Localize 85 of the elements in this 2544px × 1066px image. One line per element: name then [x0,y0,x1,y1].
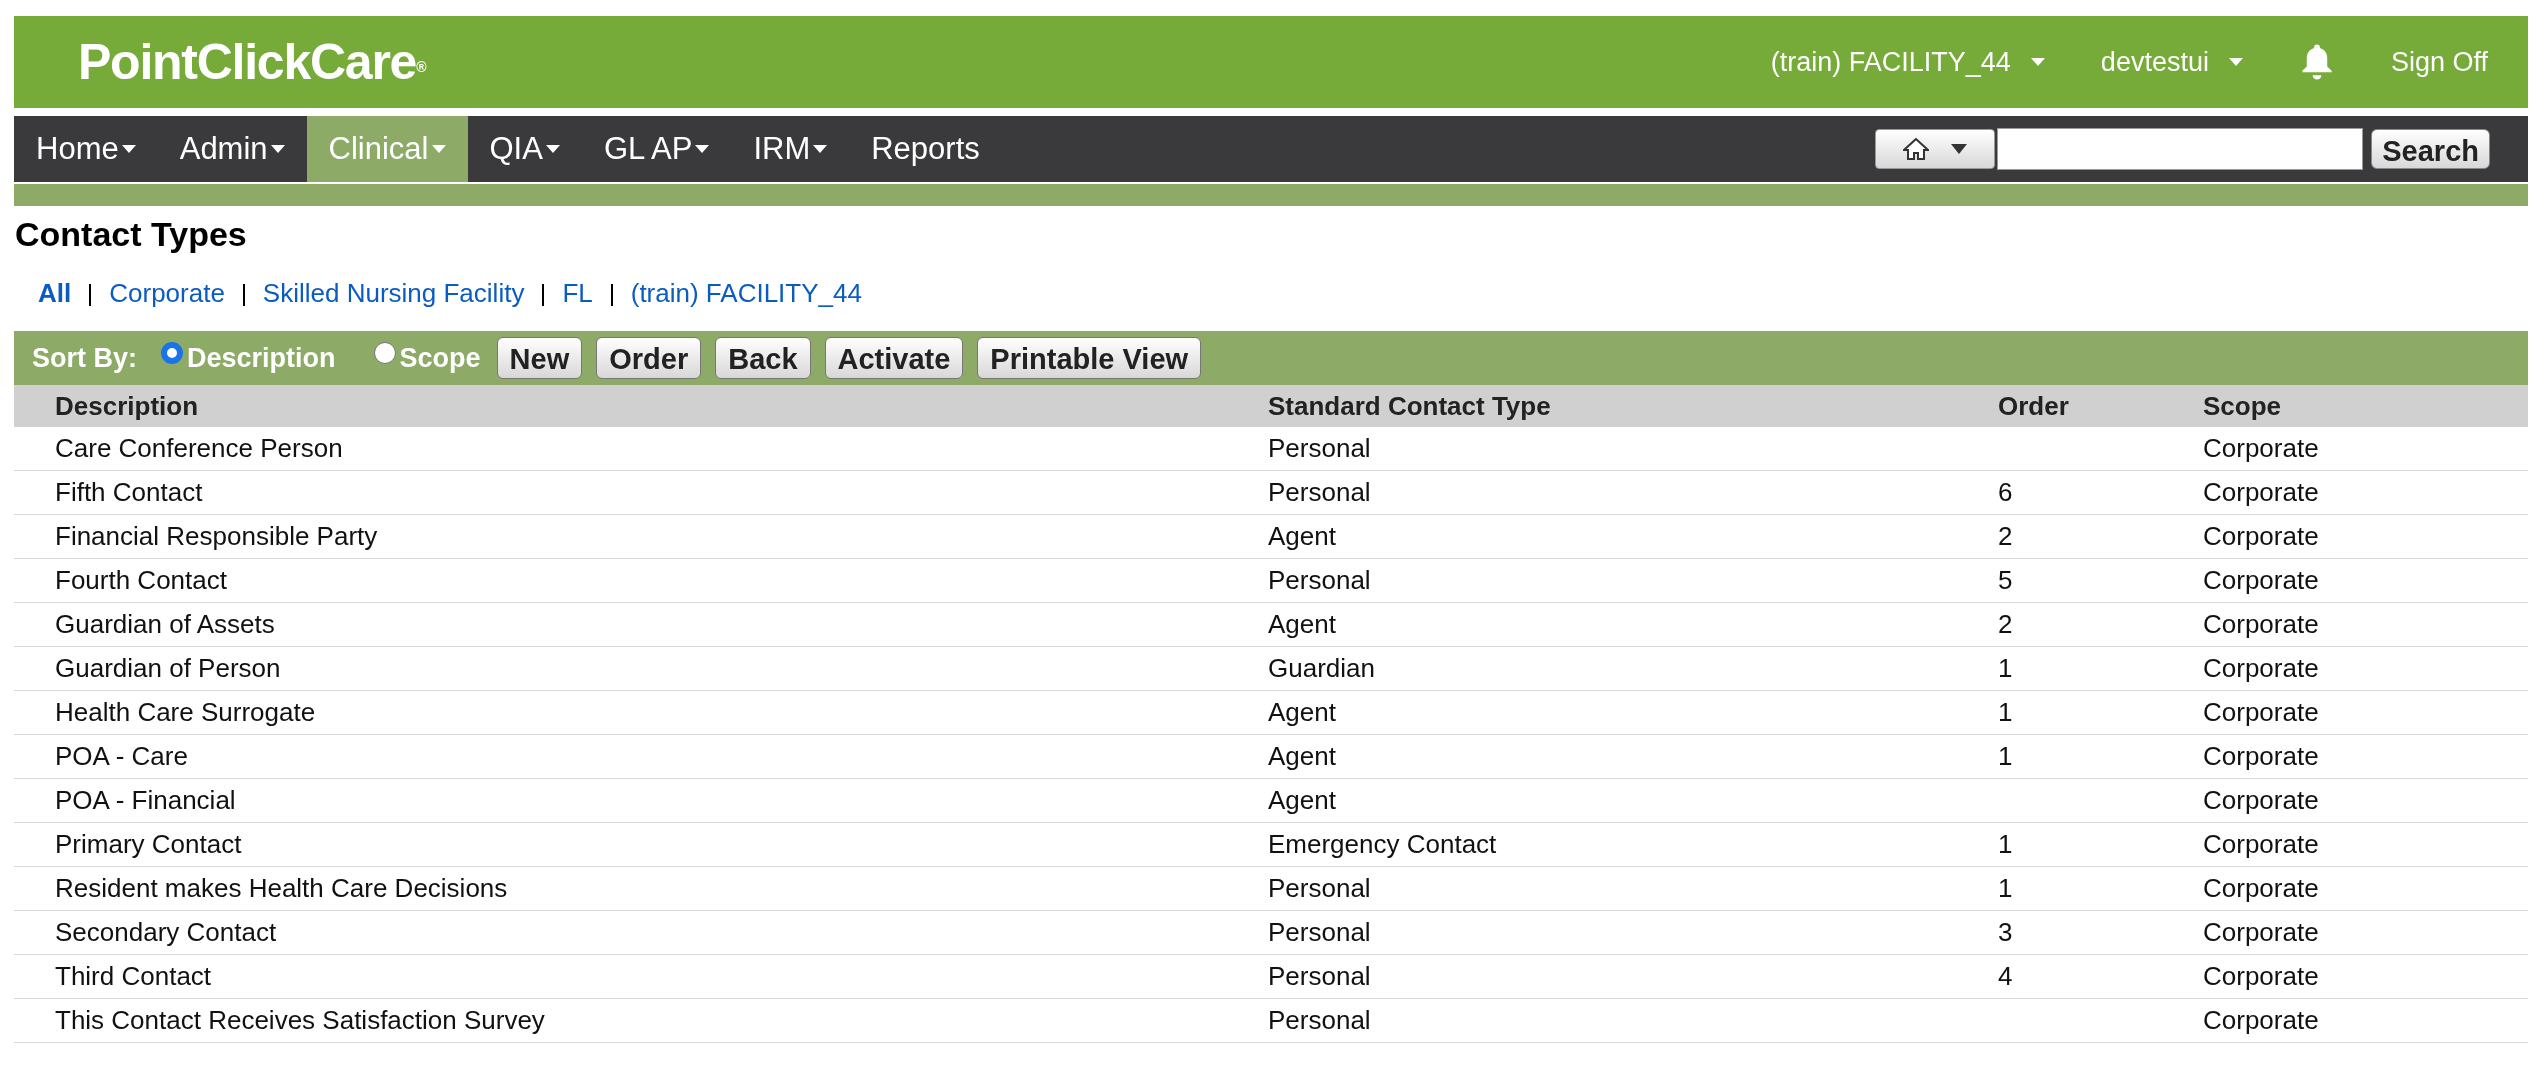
table-cell-text: Corporate [2203,740,2320,773]
table-cell-text: Agent [1268,696,1337,729]
table-cell-text: Personal [1268,476,1372,509]
column-header[interactable]: Description [14,386,1268,426]
table-cell-text: Agent [1268,784,1337,817]
table-cell-text: Corporate [2203,608,2320,641]
search-button[interactable]: Search [2371,129,2490,169]
table-cell-text: 1 [1998,696,2014,729]
table-cell-text: 2 [1998,608,2014,641]
table-cell-text: Third Contact [54,960,213,993]
table-cell-text: Secondary Contact [54,916,278,949]
table-cell-text: 6 [1998,476,2014,509]
table-cell-text: Guardian [1268,652,1376,685]
table-cell-text: Fourth Contact [54,564,228,597]
table-cell-text: Corporate [2203,520,2320,553]
table-cell-text: Personal [1268,432,1372,465]
nav-menu-item[interactable]: Home [14,116,158,182]
table-cell-text: Corporate [2203,872,2320,905]
table-cell-text: Guardian of Person [54,652,282,685]
table-cell-text: Corporate [2203,476,2320,509]
filter-link[interactable]: FL [562,274,593,313]
table-cell-text: Agent [1268,520,1337,553]
table-cell-text: Corporate [2203,784,2320,817]
radio-button[interactable] [373,342,396,364]
table-cell-text: 1 [1998,740,2014,773]
page-title: Contact Types [15,214,248,255]
table-cell-text: 1 [1998,872,2014,905]
table-cell-text: Agent [1268,608,1337,641]
table-cell-text: 3 [1998,916,2014,949]
toolbar-button[interactable]: Order [596,337,702,379]
table-cell-text: Primary Contact [54,828,243,861]
column-header[interactable]: Scope [2203,386,2528,426]
table-cell-text: Personal [1268,916,1372,949]
table-cell-text: Personal [1268,564,1372,597]
column-header[interactable]: Standard Contact Type [1268,386,1998,426]
filter-link[interactable]: (train) FACILITY_44 [630,274,862,313]
filter-link[interactable]: Skilled Nursing Facility [262,274,525,313]
nav-menu-item[interactable]: Reports [849,116,1002,182]
caret-icon [2228,58,2243,66]
table-cell-text: Resident makes Health Care Decisions [54,872,509,905]
nav-menu-item[interactable]: QIA [467,116,582,182]
filter-link[interactable]: Corporate [109,274,225,313]
table-cell-text: POA - Financial [54,784,237,817]
table-cell-text: Corporate [2203,696,2320,729]
table-cell-text: Health Care Surrogate [54,696,317,729]
table-cell-text: 1 [1998,828,2014,861]
table-cell-text: Corporate [2203,652,2320,685]
table-cell-text: Corporate [2203,916,2320,949]
table-cell-text: Agent [1268,740,1337,773]
table-cell-text: Personal [1268,1004,1372,1037]
toolbar-button[interactable]: Printable View [977,337,1202,379]
column-header[interactable]: Order [1998,386,2203,426]
toolbar-button[interactable]: New [496,337,583,379]
table-cell-text: Corporate [2203,828,2320,861]
logo: PointClickCare$^{®}$ [78,32,426,92]
nav-menu-item[interactable]: IRM [731,116,850,182]
toolbar-button[interactable]: Activate [824,337,964,379]
table-cell-text: Corporate [2203,960,2320,993]
search-field[interactable] [1997,128,2364,170]
table-cell-text: 1 [1998,652,2014,685]
table-cell-text: Care Conference Person [54,432,344,465]
table-cell-text: 2 [1998,520,2014,553]
table-cell-text: This Contact Receives Satisfaction Survey [54,1004,546,1037]
nav-menu-item[interactable]: Admin [157,116,307,182]
toolbar-button[interactable]: Back [715,337,811,379]
nav-menu-item[interactable]: GL AP [581,116,732,182]
table-cell-text: Guardian of Assets [54,608,276,641]
table-cell-text: Emergency Contact [1268,828,1498,861]
table-cell-text: 5 [1998,564,2014,597]
table-cell-text: Corporate [2203,432,2320,465]
caret-icon [2030,58,2045,66]
table-cell-text: Personal [1268,960,1372,993]
table-cell-text: Corporate [2203,1004,2320,1037]
table-cell-text: 4 [1998,960,2014,993]
home-dropdown[interactable] [1875,129,1996,169]
table-cell-text: Financial Responsible Party [54,520,379,553]
table-cell-text: Corporate [2203,564,2320,597]
radio-button[interactable] [161,342,183,364]
table-cell-text: Fifth Contact [54,476,204,509]
filter-link[interactable]: All [38,274,72,313]
table-cell-text: POA - Care [54,740,189,773]
table-cell-text: Personal [1268,872,1372,905]
home-icon [1903,137,1930,161]
sort-label: Sort By: [32,341,137,375]
caret-icon [1951,144,1968,154]
